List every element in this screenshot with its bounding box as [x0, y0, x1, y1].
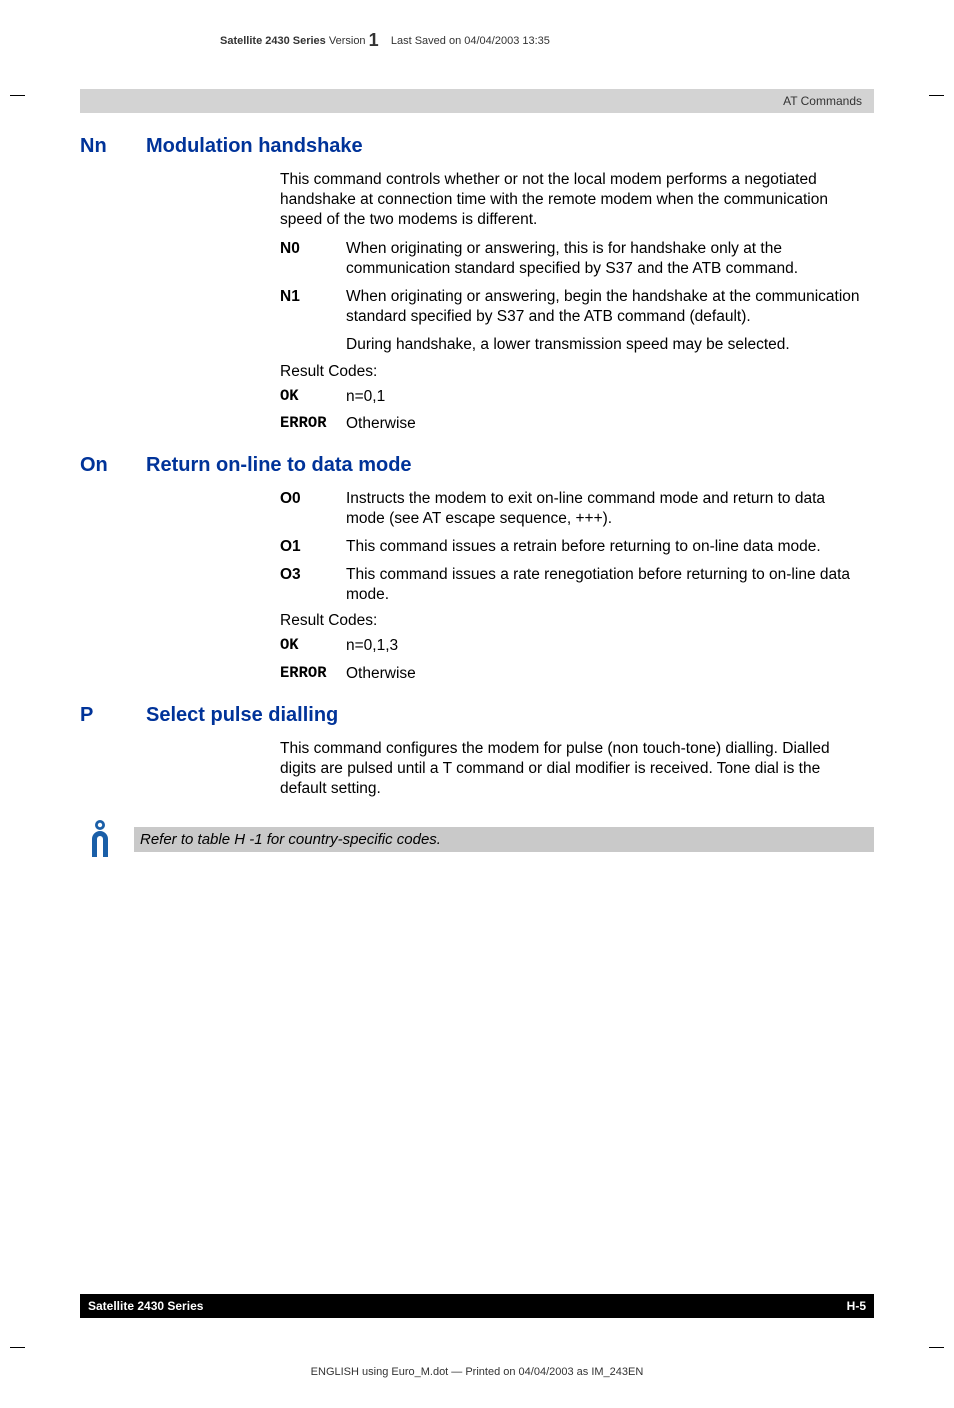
version-number: 1 — [369, 30, 379, 50]
result-text: Otherwise — [346, 414, 864, 434]
definition-row: N1 When originating or answering, begin … — [280, 287, 864, 327]
result-tag: OK — [280, 636, 328, 656]
version-label: Version — [329, 35, 366, 47]
last-saved: Last Saved on 04/04/2003 13:35 — [391, 35, 550, 47]
crop-mark — [929, 95, 944, 96]
result-tag: ERROR — [280, 664, 328, 684]
definition-row: N0 When originating or answering, this i… — [280, 239, 864, 279]
definition-tag: N1 — [280, 287, 328, 327]
section-on: On Return on-line to data mode O0 Instru… — [80, 454, 874, 684]
section-body: O0 Instructs the modem to exit on-line c… — [280, 489, 864, 684]
definition-text: This command issues a retrain before ret… — [346, 537, 864, 557]
result-tag: ERROR — [280, 414, 328, 434]
result-row: OK n=0,1,3 — [280, 636, 864, 656]
result-text: n=0,1,3 — [346, 636, 864, 656]
definition-row: O1 This command issues a retrain before … — [280, 537, 864, 557]
definition-text: This command issues a rate renegotiation… — [346, 565, 864, 605]
result-codes-label: Result Codes: — [280, 363, 864, 381]
print-info: ENGLISH using Euro_M.dot — Printed on 04… — [0, 1366, 954, 1378]
section-code: Nn — [80, 135, 128, 158]
definition-tag: O3 — [280, 565, 328, 605]
section-name: Select pulse dialling — [146, 704, 338, 727]
section-code: P — [80, 704, 128, 727]
intro-paragraph: This command controls whether or not the… — [280, 170, 864, 229]
result-tag: OK — [280, 387, 328, 407]
section-title: P Select pulse dialling — [80, 704, 874, 727]
definition-text: When originating or answering, this is f… — [346, 239, 864, 279]
section-header-text: AT Commands — [783, 94, 862, 108]
definition-text: Instructs the modem to exit on-line comm… — [346, 489, 864, 529]
extra-paragraph: During handshake, a lower transmission s… — [346, 335, 864, 355]
definition-row: O3 This command issues a rate renegotiat… — [280, 565, 864, 605]
result-text: Otherwise — [346, 664, 864, 684]
intro-paragraph: This command configures the modem for pu… — [280, 739, 864, 798]
definition-row: O0 Instructs the modem to exit on-line c… — [280, 489, 864, 529]
section-code: On — [80, 454, 128, 477]
footer-left: Satellite 2430 Series — [88, 1299, 203, 1313]
section-title: Nn Modulation handshake — [80, 135, 874, 158]
result-row: ERROR Otherwise — [280, 664, 864, 684]
definition-text: When originating or answering, begin the… — [346, 287, 864, 327]
crop-mark — [929, 1347, 944, 1348]
section-body: This command controls whether or not the… — [280, 170, 864, 434]
crop-mark — [10, 95, 25, 96]
note-callout: Refer to table H -1 for country-specific… — [80, 819, 874, 859]
section-body: This command configures the modem for pu… — [280, 739, 864, 798]
document-header: Satellite 2430 Series Version 1 Last Sav… — [220, 30, 874, 51]
result-text: n=0,1 — [346, 387, 864, 407]
note-text: Refer to table H -1 for country-specific… — [134, 827, 874, 852]
definition-tag: O0 — [280, 489, 328, 529]
footer-right: H-5 — [847, 1299, 866, 1313]
result-row: ERROR Otherwise — [280, 414, 864, 434]
section-header-bar: AT Commands — [80, 89, 874, 113]
footer-bar: Satellite 2430 Series H-5 — [80, 1294, 874, 1318]
section-title: On Return on-line to data mode — [80, 454, 874, 477]
series-name: Satellite 2430 Series — [220, 35, 326, 47]
definition-tag: N0 — [280, 239, 328, 279]
crop-mark — [10, 1347, 25, 1348]
definition-tag: O1 — [280, 537, 328, 557]
section-nn: Nn Modulation handshake This command con… — [80, 135, 874, 434]
result-codes-label: Result Codes: — [280, 612, 864, 630]
section-name: Modulation handshake — [146, 135, 363, 158]
section-name: Return on-line to data mode — [146, 454, 412, 477]
section-p: P Select pulse dialling This command con… — [80, 704, 874, 798]
info-icon — [80, 819, 120, 859]
page-content: Satellite 2430 Series Version 1 Last Sav… — [80, 30, 874, 1378]
result-row: OK n=0,1 — [280, 387, 864, 407]
